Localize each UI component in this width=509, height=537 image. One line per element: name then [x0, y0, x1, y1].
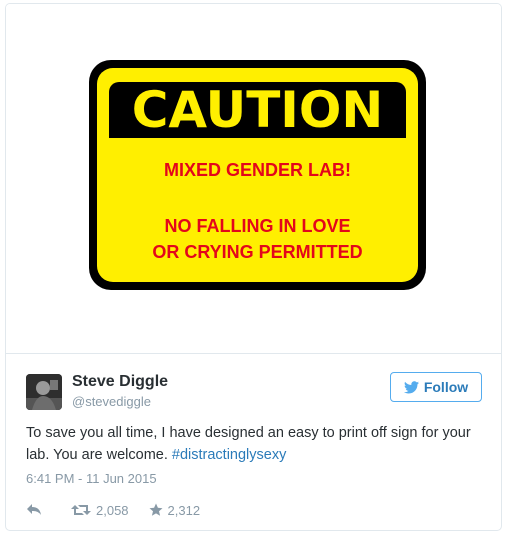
sign-title-band: CAUTION [109, 82, 406, 138]
star-icon [149, 503, 163, 517]
caution-sign-image: CAUTION MIXED GENDER LAB! NO FALLING IN … [89, 60, 426, 290]
favorite-count: 2,312 [167, 502, 201, 518]
retweet-button[interactable]: 2,058 [71, 503, 129, 518]
follow-label: Follow [423, 379, 469, 395]
avatar[interactable] [26, 374, 62, 410]
author-handle[interactable]: @stevediggle [72, 394, 151, 409]
tweet-text: To save you all time, I have designed an… [26, 422, 486, 466]
follow-button[interactable]: Follow [390, 372, 482, 402]
twitter-bird-icon [403, 380, 419, 394]
retweet-count: 2,058 [96, 502, 129, 518]
tweet-card: CAUTION MIXED GENDER LAB! NO FALLING IN … [5, 3, 502, 531]
tweet-media[interactable]: CAUTION MIXED GENDER LAB! NO FALLING IN … [6, 4, 501, 353]
avatar-photo [26, 374, 62, 410]
author-name[interactable]: Steve Diggle [72, 373, 168, 391]
sign-panel: CAUTION MIXED GENDER LAB! NO FALLING IN … [97, 68, 418, 282]
favorite-button[interactable]: 2,312 [149, 502, 201, 518]
tweet-timestamp[interactable]: 6:41 PM - 11 Jun 2015 [26, 471, 157, 486]
media-divider [6, 353, 501, 354]
reply-button[interactable] [26, 503, 46, 517]
sign-title: CAUTION [131, 81, 384, 139]
sign-line-2: NO FALLING IN LOVE [164, 216, 351, 236]
sign-line-1: MIXED GENDER LAB! [163, 160, 351, 180]
sign-line-3: OR CRYING PERMITTED [152, 242, 363, 262]
tweet-actions: 2,058 2,312 [26, 500, 200, 520]
retweet-icon [71, 503, 91, 517]
hashtag-link[interactable]: #distractinglysexy [172, 447, 286, 463]
reply-icon [26, 503, 42, 517]
